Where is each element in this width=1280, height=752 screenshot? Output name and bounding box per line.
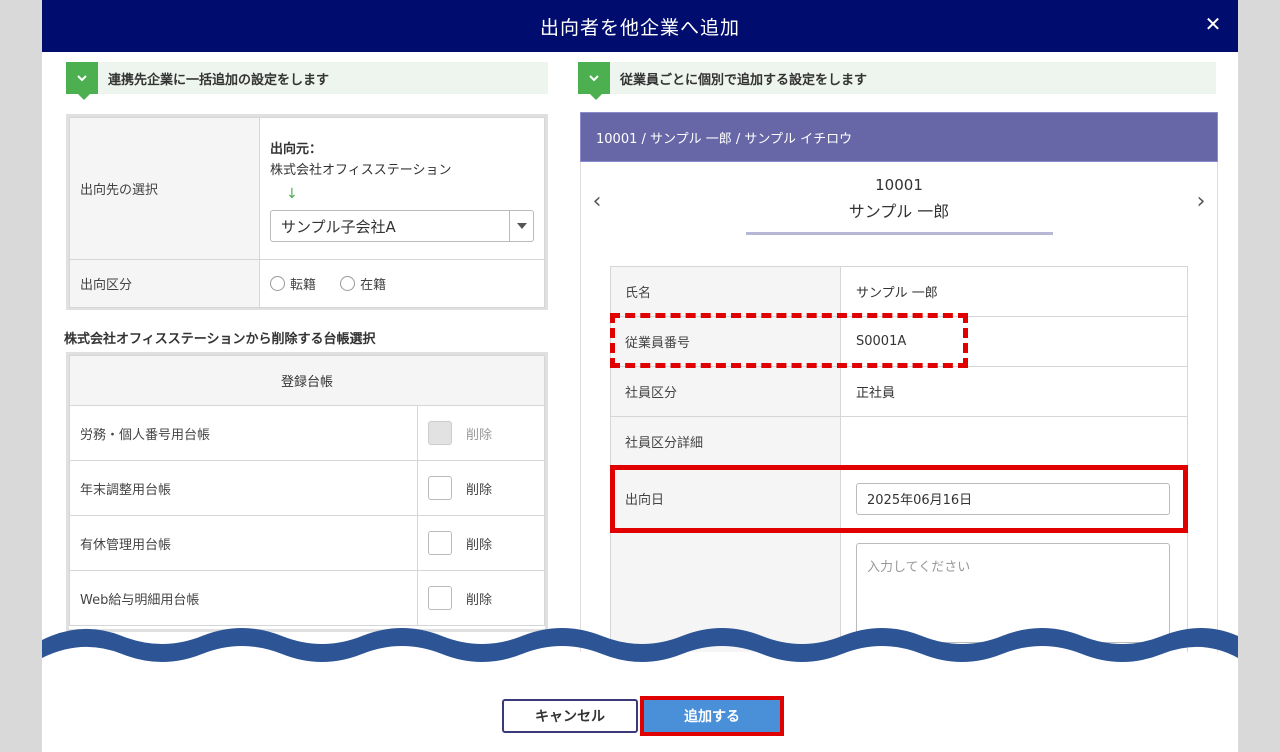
ledger-delete-label: 削除 bbox=[466, 537, 493, 553]
modal: 出向者を他企業へ追加 ✕ 連携先企業に一括追加の設定をします 出向先の選択 出向… bbox=[42, 0, 1238, 752]
destination-select[interactable]: サンプル子会社A bbox=[270, 210, 534, 242]
active-tab-underline bbox=[746, 232, 1053, 235]
radio-transfer-label: 転籍 bbox=[290, 278, 317, 293]
radio-transfer[interactable] bbox=[270, 276, 285, 291]
ledger-delete-label: 削除 bbox=[466, 592, 493, 608]
modal-footer: キャンセル 追加する bbox=[42, 680, 1238, 752]
destination-label: 出向先の選択 bbox=[69, 117, 260, 260]
transfer-type-label: 出向区分 bbox=[69, 259, 260, 308]
ledger-delete-label: 削除 bbox=[466, 427, 493, 443]
employee-number: 10001 bbox=[875, 176, 923, 194]
close-icon[interactable]: ✕ bbox=[1202, 12, 1224, 36]
employee-bar: 10001 / サンプル 一郎 / サンプル イチロウ bbox=[580, 112, 1218, 162]
name-label: 氏名 bbox=[610, 266, 841, 317]
chevron-down-icon[interactable] bbox=[578, 62, 610, 100]
cancel-button[interactable]: キャンセル bbox=[502, 699, 638, 733]
ledger-header: 登録台帳 bbox=[69, 355, 545, 406]
ledger-action-cell: 削除 bbox=[417, 460, 545, 516]
individual-settings-header: 従業員ごとに個別で追加する設定をします bbox=[578, 62, 1216, 100]
highlight-employee-no bbox=[610, 313, 968, 368]
source-company: 株式会社オフィスステーション bbox=[270, 163, 452, 178]
ledger-delete-checkbox[interactable] bbox=[428, 476, 452, 500]
table-row: 氏名 サンプル 一郎 bbox=[610, 266, 1188, 317]
employee-type-value: 正社員 bbox=[840, 366, 1188, 417]
source-label: 出向元： bbox=[270, 142, 323, 157]
section-title: 連携先企業に一括追加の設定をします bbox=[108, 72, 330, 88]
ledger-delete-checkbox bbox=[428, 421, 452, 445]
ledger-name: 年末調整用台帳 bbox=[69, 460, 418, 516]
ledger-delete-label: 削除 bbox=[466, 482, 493, 498]
employee-type-detail-value bbox=[840, 416, 1188, 467]
table-row: 有休管理用台帳 削除 bbox=[69, 515, 545, 571]
destination-select-value: サンプル子会社A bbox=[281, 217, 396, 236]
table-row: 年末調整用台帳 削除 bbox=[69, 460, 545, 516]
employee-type-label: 社員区分 bbox=[610, 366, 841, 417]
ledger-name: 有休管理用台帳 bbox=[69, 515, 418, 571]
employee-switcher: 10001 サンプル 一郎 bbox=[581, 176, 1217, 222]
table-row: 社員区分 正社員 bbox=[610, 366, 1188, 417]
name-value: サンプル 一郎 bbox=[840, 266, 1188, 317]
ledger-name: 労務・個人番号用台帳 bbox=[69, 405, 418, 461]
caret-down-icon[interactable] bbox=[509, 211, 533, 241]
ledger-delete-checkbox[interactable] bbox=[428, 531, 452, 555]
section-title: 従業員ごとに個別で追加する設定をします bbox=[620, 72, 868, 88]
employee-name: サンプル 一郎 bbox=[848, 202, 950, 221]
destination-cell: 出向元： 株式会社オフィスステーション ↓ サンプル子会社A bbox=[259, 117, 545, 260]
modal-header: 出向者を他企業へ追加 ✕ bbox=[42, 0, 1238, 52]
destination-table: 出向先の選択 出向元： 株式会社オフィスステーション ↓ サンプル子会社A 出向… bbox=[66, 114, 548, 310]
highlight-add-button: 追加する bbox=[640, 696, 784, 736]
transfer-type-cell: 転籍 在籍 bbox=[259, 259, 545, 308]
employee-type-detail-label: 社員区分詳細 bbox=[610, 416, 841, 467]
bulk-settings-header: 連携先企業に一括追加の設定をします bbox=[66, 62, 548, 100]
modal-title: 出向者を他企業へ追加 bbox=[539, 16, 740, 39]
wave-divider bbox=[42, 628, 1238, 682]
chevron-down-icon[interactable] bbox=[66, 62, 98, 100]
radio-enrolled[interactable] bbox=[340, 276, 356, 291]
radio-enrolled-label: 在籍 bbox=[360, 278, 387, 293]
ledger-action-cell: 削除 bbox=[417, 405, 545, 461]
highlight-transfer-date bbox=[610, 465, 1188, 533]
ledger-delete-checkbox[interactable] bbox=[428, 586, 452, 610]
ledger-action-cell: 削除 bbox=[417, 515, 545, 571]
ledger-section-title: 株式会社オフィスステーションから削除する台帳選択 bbox=[64, 332, 376, 347]
table-row: 社員区分詳細 bbox=[610, 416, 1188, 467]
arrow-down-icon: ↓ bbox=[286, 186, 298, 202]
add-button[interactable]: 追加する bbox=[644, 700, 780, 732]
ledger-table: 登録台帳 労務・個人番号用台帳 削除 年末調整用台帳 削除 有休管理用台帳 削除 bbox=[66, 352, 548, 632]
table-row: 労務・個人番号用台帳 削除 bbox=[69, 405, 545, 461]
